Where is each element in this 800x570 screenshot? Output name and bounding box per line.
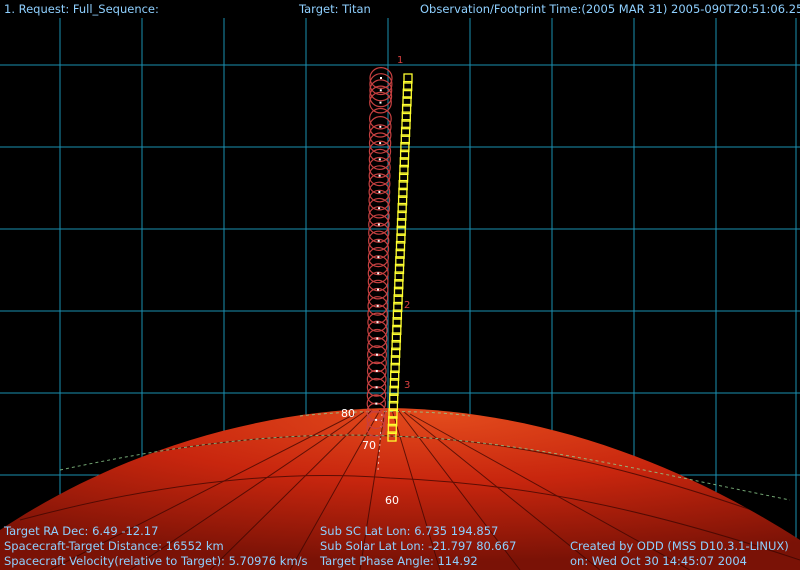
footer-sub-sc: Sub SC Lat Lon: 6.735 194.857 — [320, 524, 499, 538]
boresight-dot — [379, 142, 382, 145]
boresight-dot — [375, 402, 378, 405]
request-label: 1. Request: Full_Sequence: — [4, 2, 159, 16]
latitude-label-80: 80 — [341, 407, 355, 420]
latitude-label-70: 70 — [362, 439, 376, 452]
boresight-dot — [376, 337, 379, 340]
footer-sc-velocity: Spacecraft Velocity(relative to Target):… — [4, 554, 308, 568]
boresight-dot — [377, 272, 380, 275]
sequence-marker-1: 1 — [397, 55, 404, 66]
footer-phase-angle: Target Phase Angle: 114.92 — [320, 554, 478, 568]
boresight-dot — [375, 418, 378, 421]
boresight-dot — [376, 321, 379, 324]
boresight-dot — [377, 223, 380, 226]
boresight-dot — [375, 386, 378, 389]
footer-created-on: on: Wed Oct 30 14:45:07 2004 — [570, 554, 747, 568]
red-footprint-ring — [366, 353, 387, 373]
red-footprint-ring — [367, 337, 388, 357]
boresight-dot — [377, 256, 380, 259]
red-footprint-ring — [367, 320, 388, 340]
boresight-dot — [379, 89, 382, 92]
red-footprint-ring — [369, 73, 393, 96]
observation-time: Observation/Footprint Time:(2005 MAR 31)… — [420, 2, 800, 16]
footer-created-by: Created by ODD (MSS D10.3.1-LINUX) — [570, 539, 789, 553]
boresight-dot — [378, 207, 381, 210]
boresight-dot — [378, 191, 381, 193]
footer-sc-distance: Spacecraft-Target Distance: 16552 km — [4, 539, 224, 553]
red-footprint-ring — [366, 369, 387, 389]
target-label: Target: Titan — [299, 2, 371, 16]
footer-sub-solar: Sub Solar Lat Lon: -21.797 80.667 — [320, 539, 517, 553]
red-footprint-ring — [368, 140, 392, 162]
observation-viewport — [0, 18, 800, 570]
footer-target-ra-dec: Target RA Dec: 6.49 -12.17 — [4, 524, 159, 538]
boresight-dot — [375, 370, 378, 372]
boresight-dot — [377, 288, 379, 291]
boresight-dot — [380, 77, 382, 79]
sequence-marker-2: 2 — [404, 300, 411, 311]
boresight-dot — [379, 125, 382, 128]
boresight-dot — [376, 304, 379, 307]
sequence-marker-3: 3 — [404, 380, 411, 391]
boresight-dot — [378, 158, 381, 161]
boresight-dot — [378, 174, 381, 177]
boresight-dot — [379, 101, 382, 104]
boresight-dot — [377, 239, 380, 242]
latitude-label-60: 60 — [385, 494, 399, 507]
boresight-dot — [376, 353, 378, 356]
